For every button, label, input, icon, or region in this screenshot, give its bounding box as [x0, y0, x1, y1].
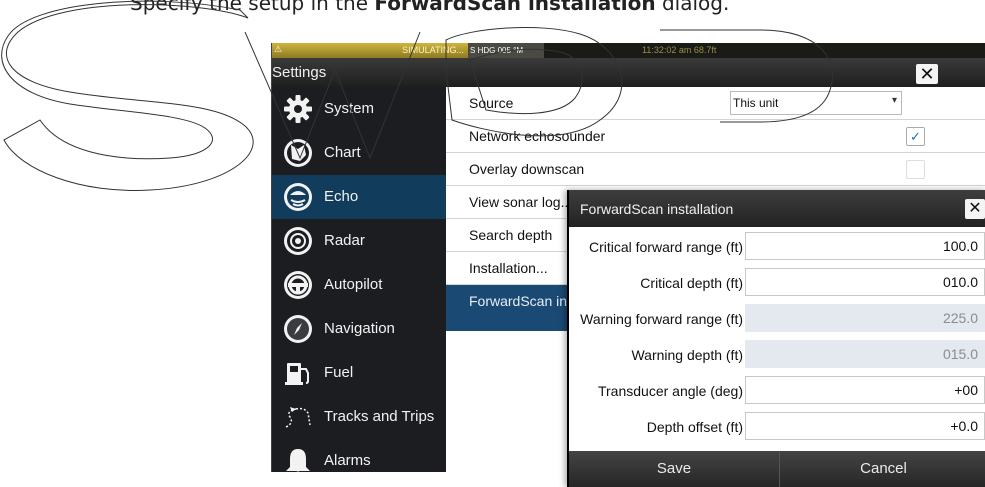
row-label: View sonar log...: [469, 194, 573, 210]
save-button[interactable]: Save: [569, 451, 780, 487]
sidebar-item-fuel[interactable]: Fuel: [272, 351, 446, 395]
time-readout: 11:32:02 am 68.7ft: [642, 45, 717, 55]
overlay-downscan-checkbox[interactable]: [906, 160, 925, 179]
sidebar-item-label: Fuel: [324, 364, 354, 381]
alarm-banner[interactable]: ⚠ SIMULATING...: [272, 43, 468, 58]
sidebar-item-label: Radar: [324, 232, 365, 249]
row-label: Overlay downscan: [469, 161, 585, 177]
fuel-pump-icon: [285, 363, 309, 385]
dialog-close-button[interactable]: ✕: [965, 199, 985, 219]
heading-readout: S HDG 005 °M: [468, 43, 544, 58]
dialog-button-bar: Save Cancel: [569, 451, 985, 487]
sidebar-item-echo[interactable]: Echo: [272, 175, 446, 219]
settings-row-network-echosounder[interactable]: Network echosounder ✓: [446, 120, 985, 153]
sidebar-item-alarms[interactable]: Alarms: [272, 439, 446, 472]
tracks-icon: [285, 407, 311, 428]
sidebar-item-label: Navigation: [324, 320, 395, 337]
field-transducer-angle: Transducer angle (deg) +00: [569, 373, 985, 409]
heading-value: HDG 005 °M: [477, 46, 524, 55]
field-label: Critical forward range (ft): [588, 239, 743, 255]
instruction-caption: Specify the setup in the ForwardScan ins…: [130, 0, 930, 15]
row-label: Installation...: [469, 260, 548, 276]
alarm-text: SIMULATING...: [402, 45, 464, 55]
settings-row-overlay-downscan[interactable]: Overlay downscan: [446, 153, 985, 186]
dialog-title: ForwardScan installation: [580, 201, 734, 217]
critical-depth-input[interactable]: 010.0: [745, 268, 985, 296]
settings-titlebar: Settings ✕: [272, 58, 985, 87]
sidebar-item-autopilot[interactable]: Autopilot: [272, 263, 446, 307]
sidebar-item-chart[interactable]: Chart: [272, 131, 446, 175]
caption-dialog-name: ForwardScan installation: [374, 0, 656, 15]
field-warning-forward-range: Warning forward range (ft) 225.0: [569, 301, 985, 337]
field-depth-offset: Depth offset (ft) +0.0: [569, 409, 985, 445]
gear-icon: [284, 95, 312, 123]
dialog-titlebar: ForwardScan installation ✕: [569, 190, 985, 227]
sidebar-item-navigation[interactable]: Navigation: [272, 307, 446, 351]
sidebar-item-label: Alarms: [324, 452, 371, 469]
sidebar-item-system[interactable]: System: [272, 87, 446, 131]
sidebar-item-label: Chart: [324, 144, 361, 161]
sidebar-item-label: Echo: [324, 188, 359, 205]
status-bar: ⚠ SIMULATING... S HDG 005 °M 11:32:02 am…: [272, 43, 985, 58]
close-button[interactable]: ✕: [916, 64, 938, 84]
caption-prefix: Specify the setup in the: [130, 0, 375, 15]
forwardscan-installation-dialog: ForwardScan installation ✕ Critical forw…: [567, 190, 985, 487]
warning-icon: ⚠: [274, 44, 283, 54]
depth-offset-input[interactable]: +0.0: [745, 412, 985, 440]
compass-icon: [284, 315, 312, 343]
row-label: Network echosounder: [469, 128, 606, 144]
row-label: Search depth: [469, 227, 553, 243]
chevron-down-icon: ▾: [891, 95, 897, 106]
sidebar-item-tracks-and-trips[interactable]: Tracks and Trips: [272, 395, 446, 439]
radar-icon: [284, 227, 312, 255]
warning-forward-range-input: 225.0: [745, 304, 985, 332]
caption-suffix: dialog.: [655, 0, 730, 15]
field-label: Depth offset (ft): [646, 419, 743, 435]
cancel-button[interactable]: Cancel: [780, 451, 985, 487]
field-warning-depth: Warning depth (ft) 015.0: [569, 337, 985, 373]
steering-wheel-icon: [284, 271, 312, 299]
chart-icon: [284, 139, 312, 167]
sidebar-item-label: System: [324, 100, 375, 117]
sidebar-item-radar[interactable]: Radar: [272, 219, 446, 263]
field-label: Warning forward range (ft): [580, 311, 743, 327]
field-critical-depth: Critical depth (ft) 010.0: [569, 265, 985, 301]
echo-icon: [284, 183, 312, 211]
settings-sidebar: System Chart Echo Radar Autopilot Naviga…: [272, 87, 446, 472]
source-value: This unit: [733, 96, 779, 110]
field-label: Transducer angle (deg): [597, 383, 743, 399]
page-title: Settings: [272, 64, 327, 81]
field-label: Critical depth (ft): [640, 275, 743, 291]
transducer-angle-input[interactable]: +00: [745, 376, 985, 404]
bell-icon: [286, 449, 310, 472]
row-label: Source: [469, 95, 514, 111]
field-label: Warning depth (ft): [631, 347, 743, 363]
network-echosounder-checkbox[interactable]: ✓: [906, 127, 925, 146]
warning-depth-input: 015.0: [745, 340, 985, 368]
sidebar-item-label: Autopilot: [324, 276, 383, 293]
source-select[interactable]: This unit ▾: [730, 91, 902, 115]
critical-forward-range-input[interactable]: 100.0: [745, 232, 985, 260]
sidebar-item-label: Tracks and Trips: [324, 408, 435, 425]
heading-prefix: S: [470, 46, 476, 55]
settings-row-source[interactable]: Source This unit ▾: [446, 87, 985, 120]
field-critical-forward-range: Critical forward range (ft) 100.0: [569, 229, 985, 265]
